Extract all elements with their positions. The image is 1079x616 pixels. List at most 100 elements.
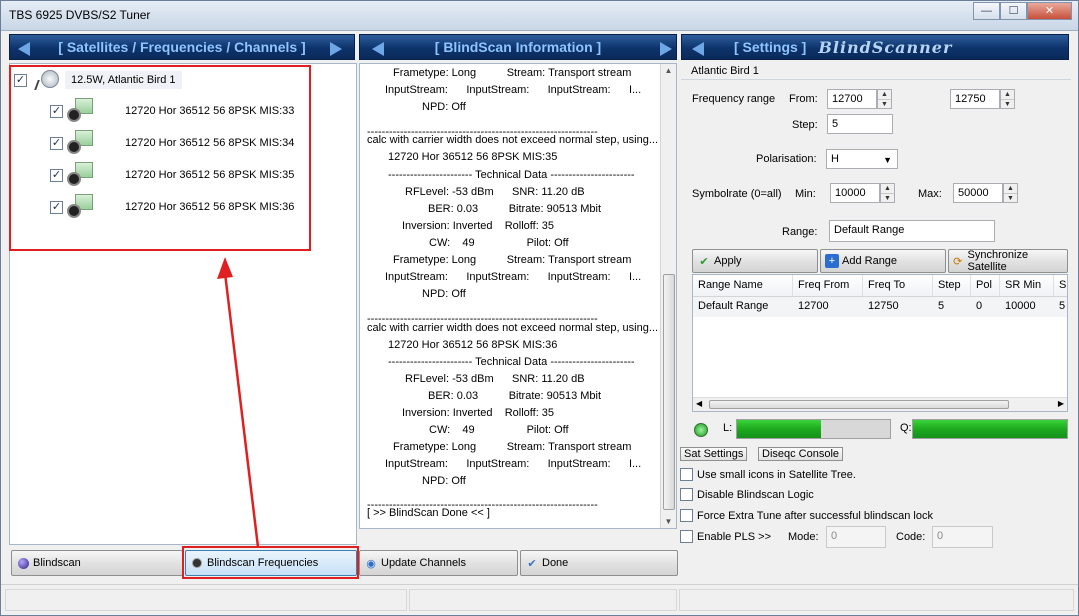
status-cell bbox=[409, 589, 677, 611]
blindscan-button[interactable]: Blindscan bbox=[11, 550, 183, 576]
info-line: Inversion: Inverted Rolloff: 35 bbox=[402, 407, 555, 419]
transponder-icon bbox=[67, 130, 93, 156]
app-window: TBS 6925 DVBS/S2 Tuner — ☐ ✕ [ Satellite… bbox=[0, 0, 1079, 616]
mode-input[interactable]: 0 bbox=[826, 526, 886, 548]
done-button[interactable]: ✔ Done bbox=[520, 550, 678, 576]
min-spinner[interactable]: ▲ ▼ bbox=[880, 183, 895, 203]
update-channels-button[interactable]: ◉ Update Channels bbox=[359, 550, 518, 576]
update-channels-label: Update Channels bbox=[381, 557, 467, 569]
satellite-checkbox[interactable]: ✓ bbox=[14, 73, 27, 87]
step-label: Step: bbox=[792, 119, 818, 131]
grid-col-header[interactable]: Freq From bbox=[793, 275, 863, 296]
tree-transponder-node[interactable]: ✓ 12720 Hor 36512 56 8PSK MIS:35 bbox=[50, 162, 294, 188]
info-line: NPD: Off bbox=[422, 475, 466, 487]
scroll-down-icon[interactable]: ▼ bbox=[661, 517, 676, 526]
tree-transponder-node[interactable]: ✓ 12720 Hor 36512 56 8PSK MIS:36 bbox=[50, 194, 294, 220]
small-icons-checkbox[interactable] bbox=[680, 468, 693, 481]
blindscan-info-header-title: [ BlindScan Information ] bbox=[434, 39, 602, 55]
max-spinner[interactable]: ▲ ▼ bbox=[1003, 183, 1018, 203]
transponder-icon bbox=[67, 194, 93, 220]
grid-col-header[interactable]: Range Name bbox=[693, 275, 793, 296]
satellite-dish-icon bbox=[31, 68, 59, 92]
blindscan-info-panel: Frametype: Long Stream: Transport stream… bbox=[359, 63, 677, 529]
tree-transponder-node[interactable]: ✓ 12720 Hor 36512 56 8PSK MIS:33 bbox=[50, 98, 294, 124]
maximize-button[interactable]: ☐ bbox=[1000, 2, 1027, 20]
range-grid-header: Range Name Freq From Freq To Step Pol SR… bbox=[693, 275, 1067, 297]
globe-icon bbox=[16, 556, 30, 570]
transponder-checkbox[interactable]: ✓ bbox=[50, 168, 63, 182]
info-scrollbar[interactable]: ▲ ▼ bbox=[660, 64, 676, 528]
checkmark-icon: ✔ bbox=[527, 557, 537, 570]
code-input[interactable]: 0 bbox=[932, 526, 993, 548]
max-input[interactable]: 50000 bbox=[953, 183, 1003, 203]
from-input[interactable]: 12700 bbox=[827, 89, 877, 109]
min-input[interactable]: 10000 bbox=[830, 183, 880, 203]
dish-icon bbox=[190, 556, 204, 570]
chevron-left-icon[interactable] bbox=[18, 42, 30, 56]
from-spinner[interactable]: ▲ ▼ bbox=[877, 89, 892, 109]
tree-satellite-node[interactable]: ✓ 12.5W, Atlantic Bird 1 bbox=[14, 68, 182, 92]
title-bar: TBS 6925 DVBS/S2 Tuner — ☐ ✕ bbox=[1, 1, 1078, 31]
minimize-button[interactable]: — bbox=[973, 2, 1000, 20]
transponder-checkbox[interactable]: ✓ bbox=[50, 104, 63, 118]
level-bar-fill bbox=[737, 420, 822, 438]
sat-settings-tab[interactable]: Sat Settings bbox=[680, 447, 748, 461]
info-line: RFLevel: -53 dBm SNR: 11.20 dB bbox=[405, 186, 585, 198]
info-line: [ >> BlindScan Done << ] bbox=[367, 507, 490, 519]
range-input[interactable]: Default Range bbox=[829, 220, 995, 242]
scroll-thumb[interactable] bbox=[663, 274, 675, 510]
close-button[interactable]: ✕ bbox=[1027, 2, 1072, 20]
grid-hscrollbar[interactable]: ◀ ▶ bbox=[693, 397, 1067, 411]
symbolrate-label: Symbolrate (0=all) bbox=[692, 188, 782, 200]
info-line: RFLevel: -53 dBm SNR: 11.20 dB bbox=[405, 373, 585, 385]
chevron-right-icon[interactable] bbox=[330, 42, 342, 56]
scroll-left-icon[interactable]: ◀ bbox=[696, 399, 702, 408]
apply-button[interactable]: ✔ Apply bbox=[692, 249, 818, 273]
force-tune-checkbox[interactable] bbox=[680, 509, 693, 522]
chevron-left-icon[interactable] bbox=[372, 42, 384, 56]
option-disable-logic[interactable]: Disable Blindscan Logic bbox=[680, 488, 814, 501]
option-small-icons[interactable]: Use small icons in Satellite Tree. bbox=[680, 468, 856, 481]
blindscan-frequencies-button[interactable]: Blindscan Frequencies bbox=[185, 550, 357, 576]
grid-col-header[interactable]: Step bbox=[933, 275, 971, 296]
synchronize-satellite-button[interactable]: ⟳ Synchronize Satellite bbox=[948, 249, 1068, 273]
table-row[interactable]: Default Range 12700 12750 5 0 10000 5 bbox=[693, 297, 1067, 317]
info-line: Frametype: Long Stream: Transport stream bbox=[393, 441, 632, 453]
grid-col-header[interactable]: S bbox=[1054, 275, 1067, 296]
info-line: InputStream: InputStream: InputStream: I… bbox=[385, 458, 642, 470]
grid-hscroll-thumb[interactable] bbox=[709, 400, 1009, 409]
info-line: NPD: Off bbox=[422, 288, 466, 300]
info-line: BER: 0.03 Bitrate: 90513 Mbit bbox=[428, 203, 602, 215]
chevron-left-icon[interactable] bbox=[692, 42, 704, 56]
add-range-label: Add Range bbox=[842, 255, 898, 267]
to-input[interactable]: 12750 bbox=[950, 89, 1000, 109]
option-enable-pls[interactable]: Enable PLS >> bbox=[680, 530, 771, 543]
polarisation-select[interactable]: H ▼ bbox=[826, 149, 898, 169]
grid-cell: 12750 bbox=[868, 300, 899, 312]
sat-freq-header: [ Satellites / Frequencies / Channels ] bbox=[9, 34, 355, 60]
satellite-tree[interactable]: ✓ 12.5W, Atlantic Bird 1 ✓ 12720 Hor 365… bbox=[9, 63, 357, 545]
chevron-right-icon[interactable] bbox=[660, 42, 672, 56]
to-spinner[interactable]: ▲ ▼ bbox=[1000, 89, 1015, 109]
scroll-right-icon[interactable]: ▶ bbox=[1058, 399, 1064, 408]
info-line: calc with carrier width does not exceed … bbox=[367, 322, 659, 334]
satellite-label: 12.5W, Atlantic Bird 1 bbox=[65, 71, 182, 89]
range-grid[interactable]: Range Name Freq From Freq To Step Pol SR… bbox=[692, 274, 1068, 412]
blindscanner-logo: BlindScanner bbox=[818, 37, 953, 57]
level-bar bbox=[736, 419, 891, 439]
option-force-tune[interactable]: Force Extra Tune after successful blinds… bbox=[680, 509, 933, 522]
diseqc-console-tab[interactable]: Diseqc Console bbox=[758, 447, 844, 461]
info-line: ----------------------- Technical Data -… bbox=[388, 169, 635, 181]
transponder-checkbox[interactable]: ✓ bbox=[50, 200, 63, 214]
grid-col-header[interactable]: Pol bbox=[971, 275, 1000, 296]
disable-logic-checkbox[interactable] bbox=[680, 488, 693, 501]
grid-col-header[interactable]: SR Min bbox=[1000, 275, 1054, 296]
grid-col-header[interactable]: Freq To bbox=[863, 275, 933, 296]
sync-icon: ⟳ bbox=[953, 255, 963, 268]
tree-transponder-node[interactable]: ✓ 12720 Hor 36512 56 8PSK MIS:34 bbox=[50, 130, 294, 156]
add-range-button[interactable]: + Add Range bbox=[820, 249, 946, 273]
transponder-checkbox[interactable]: ✓ bbox=[50, 136, 63, 150]
scroll-up-icon[interactable]: ▲ bbox=[661, 66, 676, 75]
step-input[interactable]: 5 bbox=[827, 114, 893, 134]
enable-pls-checkbox[interactable] bbox=[680, 530, 693, 543]
